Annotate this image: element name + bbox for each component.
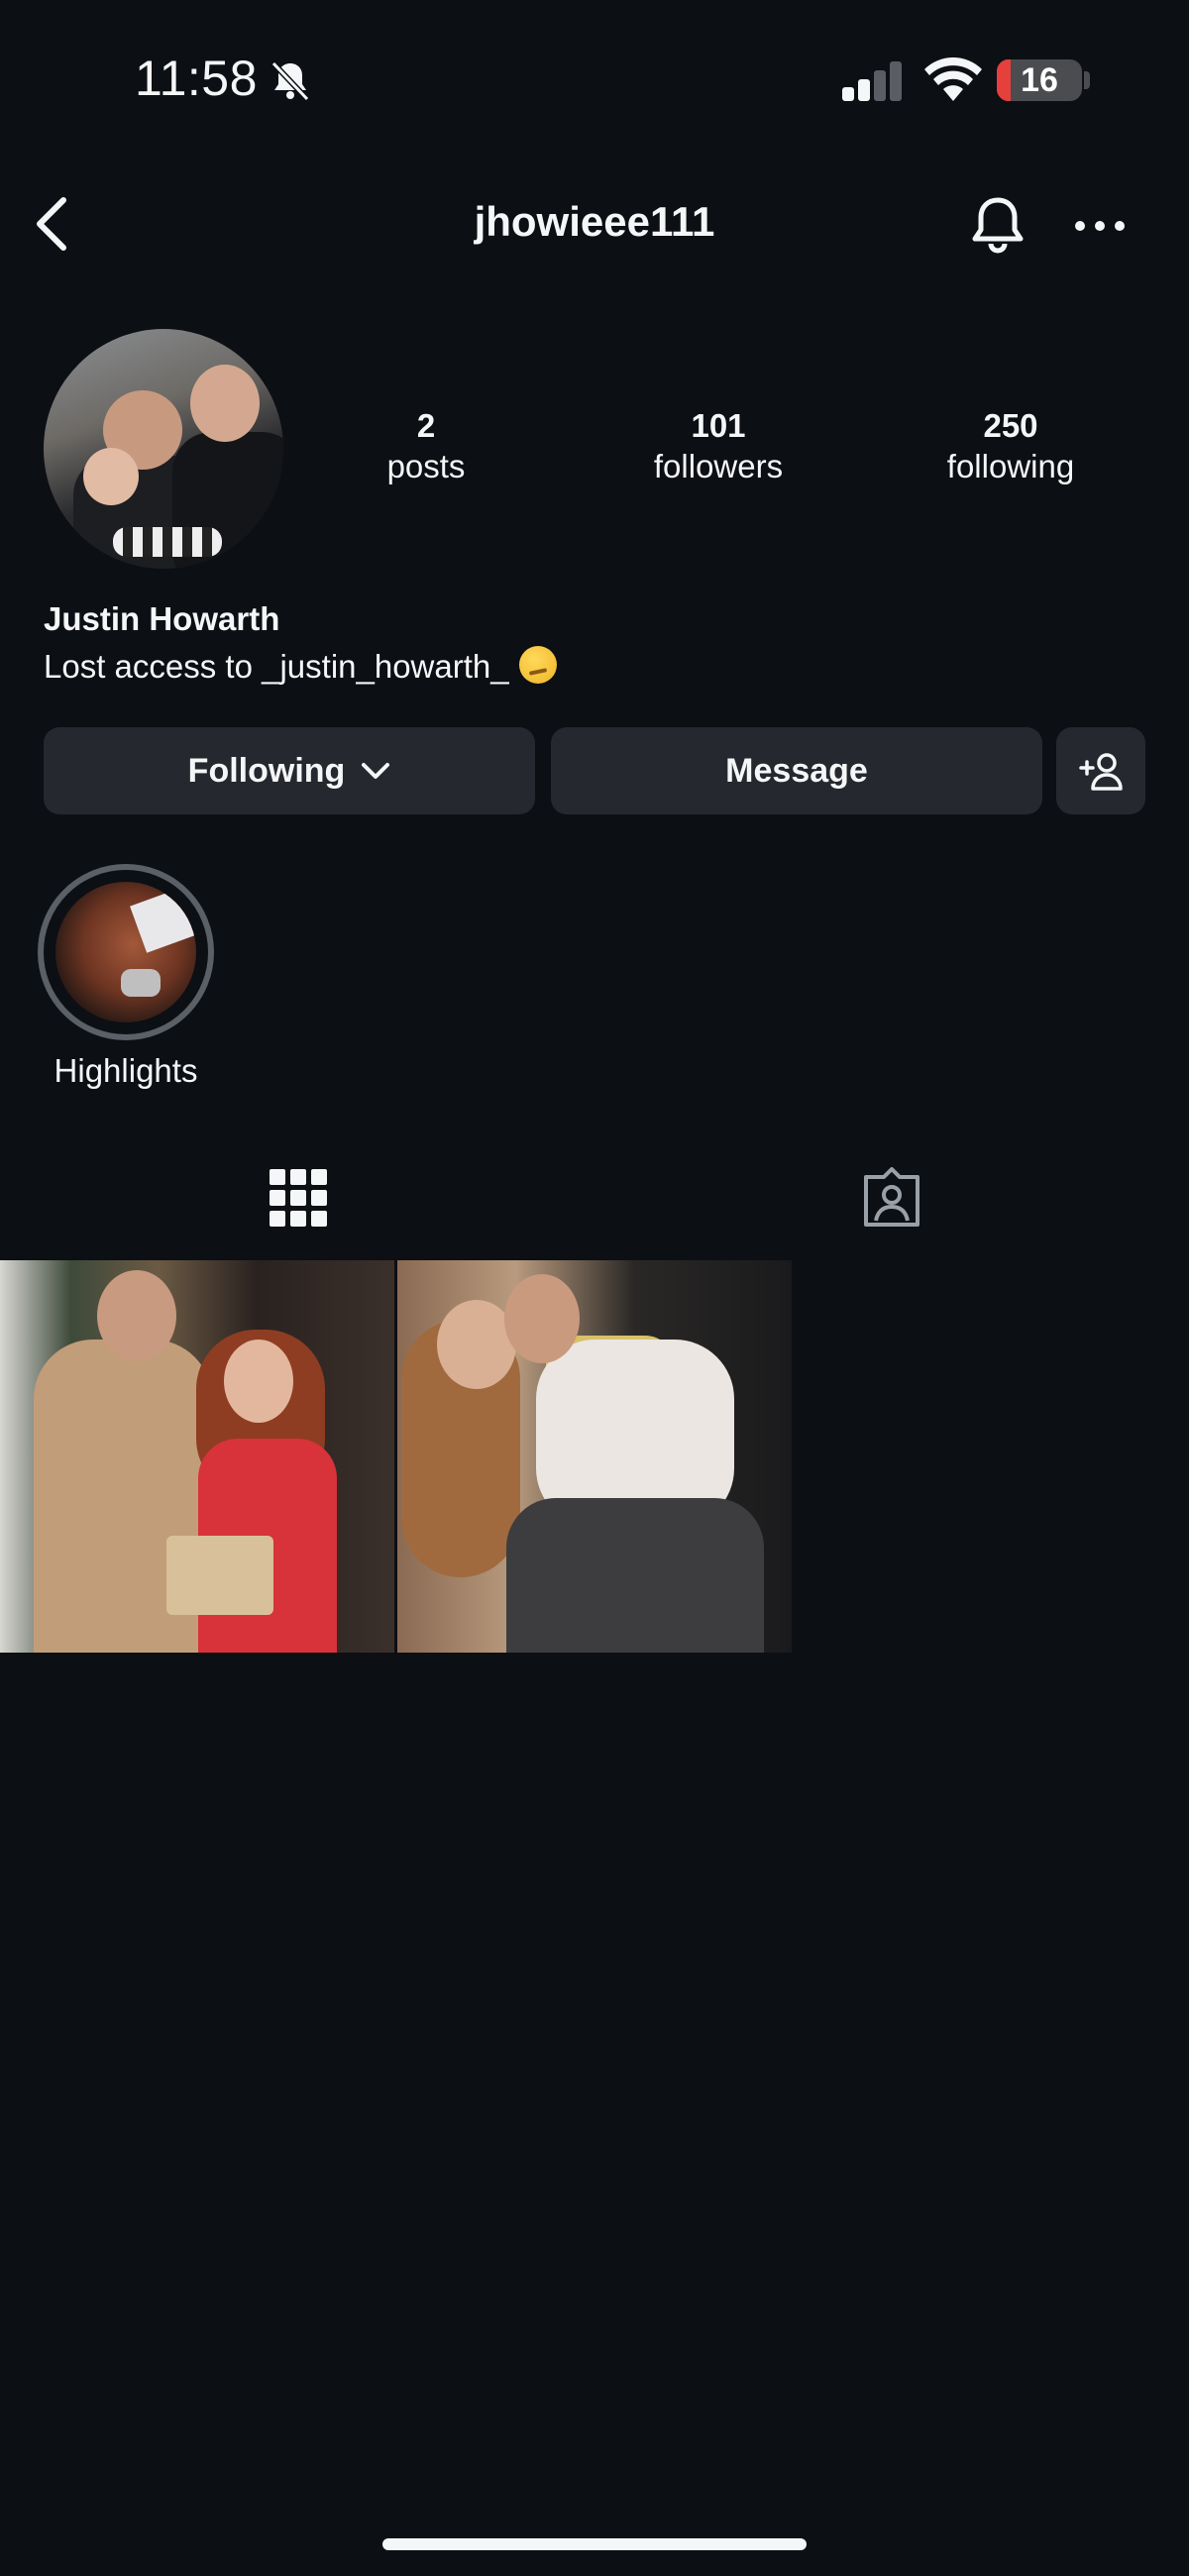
stat-followers-count: 101 (691, 407, 746, 444)
profile-avatar[interactable] (44, 329, 283, 569)
stat-following[interactable]: 250 following (912, 406, 1110, 487)
cellular-signal-icon (842, 61, 902, 101)
home-indicator[interactable] (382, 2538, 807, 2550)
post-thumbnail[interactable] (397, 1260, 792, 1653)
status-time: 11:58 (135, 51, 258, 106)
grid-icon[interactable] (270, 1169, 327, 1227)
profile-bio: Lost access to _justin_howarth_ (44, 646, 557, 686)
stat-following-count: 250 (983, 407, 1038, 444)
stat-posts-label: posts (386, 448, 466, 484)
profile-bio-text: Lost access to _justin_howarth_ (44, 648, 509, 685)
stat-followers-label: followers (653, 448, 784, 484)
battery-nub (1084, 71, 1090, 89)
emoji-icon (518, 646, 557, 684)
stat-posts-count: 2 (416, 407, 436, 444)
more-options-icon[interactable] (1070, 208, 1130, 244)
message-button-label: Message (725, 751, 868, 790)
post-thumbnail[interactable] (0, 1260, 394, 1653)
tagged-icon[interactable] (860, 1167, 923, 1229)
highlight-cover-image[interactable] (55, 882, 196, 1022)
stat-posts[interactable]: 2 posts (327, 406, 525, 487)
message-button[interactable]: Message (551, 727, 1042, 814)
stat-followers[interactable]: 101 followers (619, 406, 817, 487)
highlight-label: Highlights (54, 1052, 198, 1089)
chevron-down-icon (362, 763, 390, 779)
battery-level: 16 (1021, 61, 1058, 99)
bell-muted-icon (270, 60, 310, 102)
wifi-icon (924, 57, 982, 101)
bell-icon[interactable] (965, 192, 1030, 258)
following-button-label: Following (187, 751, 346, 790)
add-user-button[interactable] (1056, 727, 1145, 814)
following-button[interactable]: Following (44, 727, 535, 814)
profile-full-name: Justin Howarth (44, 600, 280, 637)
stat-following-label: following (946, 448, 1075, 484)
battery-indicator: 16 (997, 59, 1082, 101)
add-person-icon (1079, 753, 1123, 791)
